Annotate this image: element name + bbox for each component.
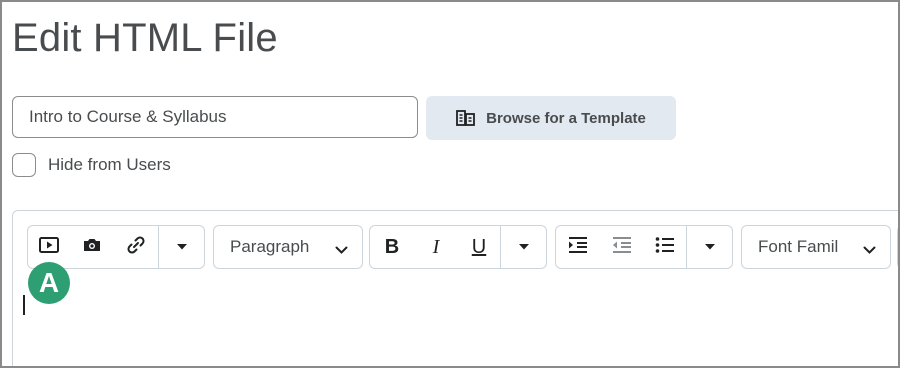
insert-more-button[interactable] <box>159 226 204 268</box>
bold-icon: B <box>384 235 400 258</box>
insert-image-icon <box>82 237 102 258</box>
hide-from-users-row: Hide from Users <box>12 153 171 177</box>
italic-icon: I <box>432 235 440 258</box>
browse-template-label: Browse for a Template <box>486 109 646 127</box>
indent-icon <box>568 236 588 259</box>
outdent-button[interactable] <box>600 226 644 268</box>
block-format-value: Paragraph <box>230 237 310 256</box>
title-input[interactable] <box>12 96 418 138</box>
list-more-button[interactable] <box>687 226 732 268</box>
bold-button[interactable]: B <box>370 226 414 268</box>
html-editor[interactable]: Paragraph B I U Font Famil <box>12 210 898 366</box>
browse-template-button[interactable]: Browse for a Template <box>426 96 676 140</box>
underline-icon: U <box>471 235 487 258</box>
chevron-down-icon <box>863 242 876 260</box>
chevron-down-icon <box>176 238 188 256</box>
page-title: Edit HTML File <box>12 16 278 60</box>
insert-image-button[interactable] <box>70 226 114 268</box>
font-family-dropdown[interactable]: Font Famil <box>741 225 891 269</box>
block-format-dropdown[interactable]: Paragraph <box>213 225 363 269</box>
outdent-icon <box>612 236 632 259</box>
list-toolbar-group <box>555 225 733 269</box>
insert-link-button[interactable] <box>114 226 158 268</box>
template-icon <box>456 109 476 127</box>
edit-html-file-panel: Edit HTML File Browse for a Template Hid… <box>0 0 900 368</box>
chevron-down-icon <box>704 238 716 256</box>
bullet-list-button[interactable] <box>644 226 686 268</box>
hide-from-users-checkbox[interactable] <box>12 153 36 177</box>
underline-button[interactable]: U <box>458 226 500 268</box>
chevron-down-icon <box>335 242 348 260</box>
format-more-button[interactable] <box>501 226 546 268</box>
chevron-down-icon <box>518 238 530 256</box>
font-family-value: Font Famil <box>758 237 839 256</box>
annotation-badge: A <box>28 262 70 304</box>
insert-stuff-icon <box>39 236 59 258</box>
indent-button[interactable] <box>556 226 600 268</box>
hide-from-users-label: Hide from Users <box>48 155 171 174</box>
italic-button[interactable]: I <box>414 226 458 268</box>
text-caret <box>23 295 25 315</box>
bullet-list-icon <box>655 236 675 259</box>
format-toolbar-group: B I U <box>369 225 547 269</box>
insert-link-icon <box>126 235 146 260</box>
